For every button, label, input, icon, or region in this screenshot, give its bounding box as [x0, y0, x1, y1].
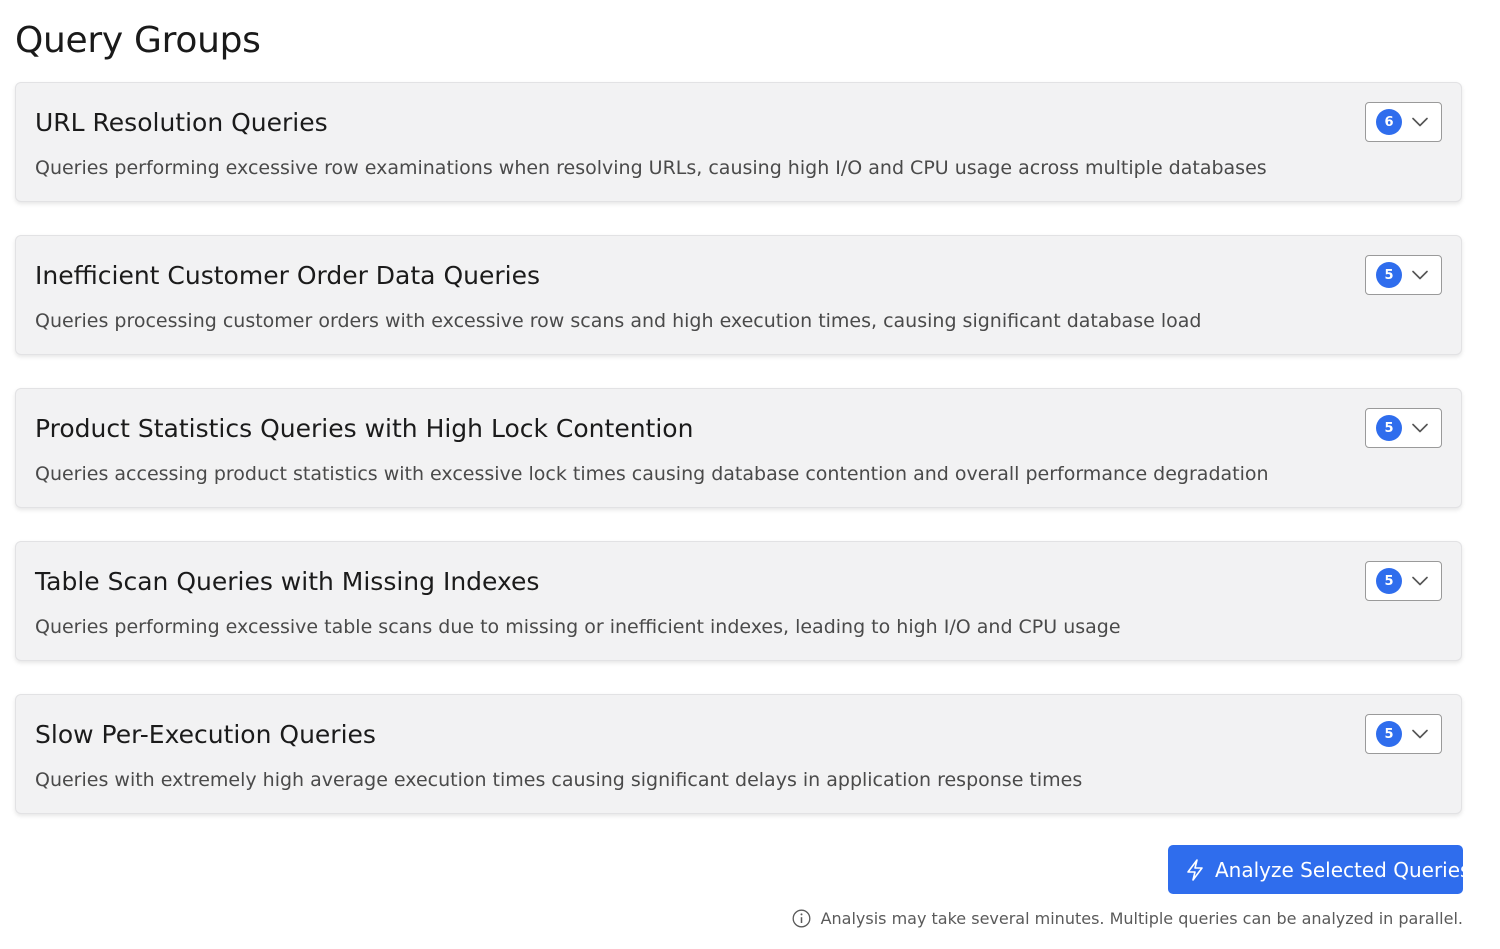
analyze-selected-queries-button[interactable]: Analyze Selected Queries: [1168, 845, 1470, 894]
query-count-badge: 5: [1376, 568, 1402, 594]
query-group-description: Queries accessing product statistics wit…: [35, 463, 1269, 485]
query-count-badge: 5: [1376, 262, 1402, 288]
analysis-note: Analysis may take several minutes. Multi…: [792, 908, 1463, 928]
chevron-down-icon: [1411, 269, 1429, 281]
query-group-description: Queries performing excessive table scans…: [35, 616, 1121, 638]
page-title: Query Groups: [15, 20, 261, 61]
query-group-title: URL Resolution Queries: [35, 108, 328, 137]
query-group-title: Table Scan Queries with Missing Indexes: [35, 567, 540, 596]
chevron-down-icon: [1411, 116, 1429, 128]
query-group-list: URL Resolution Queries Queries performin…: [15, 82, 1462, 847]
query-count-badge: 6: [1376, 109, 1402, 135]
chevron-down-icon: [1411, 575, 1429, 587]
lightning-bolt-icon: [1186, 858, 1204, 881]
info-icon: [792, 908, 812, 928]
query-group-title: Inefficient Customer Order Data Queries: [35, 261, 540, 290]
expand-toggle-button[interactable]: 5: [1365, 561, 1442, 601]
analysis-note-text: Analysis may take several minutes. Multi…: [820, 908, 1463, 928]
expand-toggle-button[interactable]: 5: [1365, 408, 1442, 448]
analyze-button-label: Analyze Selected Queries: [1215, 857, 1471, 882]
query-group-description: Queries performing excessive row examina…: [35, 157, 1267, 179]
expand-toggle-button[interactable]: 5: [1365, 714, 1442, 754]
query-group-card[interactable]: Slow Per-Execution Queries Queries with …: [15, 694, 1462, 814]
query-count-badge: 5: [1376, 721, 1402, 747]
query-group-description: Queries with extremely high average exec…: [35, 769, 1083, 791]
query-group-title: Product Statistics Queries with High Loc…: [35, 414, 694, 443]
query-count-badge: 5: [1376, 415, 1402, 441]
expand-toggle-button[interactable]: 5: [1365, 255, 1442, 295]
query-group-title: Slow Per-Execution Queries: [35, 720, 376, 749]
chevron-down-icon: [1411, 728, 1429, 740]
expand-toggle-button[interactable]: 6: [1365, 102, 1442, 142]
query-groups-page: Query Groups URL Resolution Queries Quer…: [0, 0, 1500, 949]
query-group-card[interactable]: Table Scan Queries with Missing Indexes …: [15, 541, 1462, 661]
chevron-down-icon: [1411, 422, 1429, 434]
query-group-description: Queries processing customer orders with …: [35, 310, 1202, 332]
query-group-card[interactable]: URL Resolution Queries Queries performin…: [15, 82, 1462, 202]
query-group-card[interactable]: Inefficient Customer Order Data Queries …: [15, 235, 1462, 355]
query-group-card[interactable]: Product Statistics Queries with High Loc…: [15, 388, 1462, 508]
